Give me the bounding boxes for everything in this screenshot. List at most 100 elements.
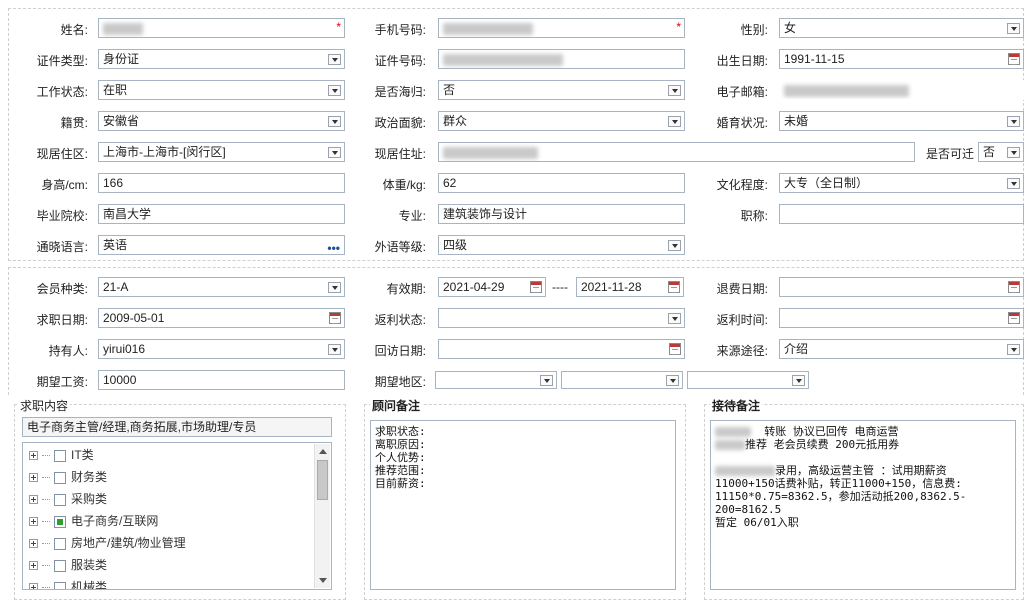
birth-date-field[interactable]: 1991-11-15 [779, 49, 1024, 69]
job-selected-field[interactable]: 电子商务主管/经理,商务拓展,市场助理/专员 [22, 417, 332, 437]
chevron-down-icon[interactable] [1007, 178, 1020, 189]
reception-notes-textarea[interactable]: 转账 协议已回传 电商运营 推荐 老会员续费 200元抵用券 录用，高级运营主管… [710, 420, 1016, 590]
tree-item[interactable]: 房地产/建筑/物业管理 [29, 533, 186, 553]
checkbox[interactable] [54, 581, 66, 589]
relocate-select[interactable]: 否 [978, 142, 1024, 162]
calendar-icon[interactable] [669, 343, 681, 355]
relocate-value: 否 [983, 145, 996, 159]
valid-to-field[interactable]: 2021-11-28 [576, 277, 684, 297]
major-label: 专业: [398, 209, 426, 223]
refund-date-field[interactable] [779, 277, 1024, 297]
language-field[interactable]: 英语 ••• [98, 235, 345, 255]
holder-select[interactable]: yirui016 [98, 339, 345, 359]
chevron-down-icon[interactable] [668, 313, 681, 324]
tree-scrollbar[interactable] [314, 444, 330, 588]
langlevel-select[interactable]: 四级 [438, 235, 685, 255]
gender-select[interactable]: 女 [779, 18, 1024, 38]
expand-icon[interactable] [29, 583, 38, 589]
idtype-select[interactable]: 身份证 [98, 49, 345, 69]
chevron-down-icon[interactable] [668, 116, 681, 127]
education-select[interactable]: 大专（全日制） [779, 173, 1024, 193]
note-line: 11000+150话费补贴，转正11000+150，信息费: [715, 477, 962, 490]
tree-connector [42, 499, 50, 501]
expand-icon[interactable] [29, 473, 38, 483]
note-line: 推荐 老会员续费 200元抵用券 [715, 438, 1011, 451]
advisor-notes-title: 顾问备注 [370, 397, 423, 414]
major-field[interactable]: 建筑装饰与设计 [438, 204, 685, 224]
member-type-select[interactable]: 21-A [98, 277, 345, 297]
weight-field[interactable]: 62 [438, 173, 685, 193]
calendar-icon[interactable] [1008, 312, 1020, 324]
valid-to-value: 2021-11-28 [581, 280, 642, 294]
expand-icon[interactable] [29, 539, 38, 549]
native-select[interactable]: 安徽省 [98, 111, 345, 131]
calendar-icon[interactable] [1008, 281, 1020, 293]
weight-label: 体重/kg: [382, 178, 426, 192]
more-options-icon[interactable]: ••• [327, 239, 340, 254]
member-type-value: 21-A [103, 280, 129, 294]
salary-field[interactable]: 10000 [98, 370, 345, 390]
chevron-down-icon[interactable] [668, 85, 681, 96]
address-field[interactable] [438, 142, 915, 162]
tree-item[interactable]: 机械类 [29, 577, 107, 589]
chevron-down-icon[interactable] [1007, 344, 1020, 355]
marital-select[interactable]: 未婚 [779, 111, 1024, 131]
redacted-name [103, 22, 143, 35]
checkbox[interactable] [54, 537, 66, 550]
tree-item[interactable]: IT类 [29, 445, 94, 465]
expand-icon[interactable] [29, 451, 38, 461]
name-field[interactable]: * [98, 18, 345, 38]
calendar-icon[interactable] [530, 281, 542, 293]
visit-date-field[interactable] [438, 339, 685, 359]
checkbox[interactable] [54, 449, 66, 462]
birth-value: 1991-11-15 [784, 52, 845, 66]
chevron-down-icon[interactable] [1007, 116, 1020, 127]
expand-icon[interactable] [29, 517, 38, 527]
scroll-up-icon[interactable] [319, 449, 327, 454]
checkbox-checked[interactable] [54, 515, 66, 528]
chevron-down-icon[interactable] [668, 240, 681, 251]
chevron-down-icon[interactable] [540, 375, 553, 386]
rebate-status-select[interactable] [438, 308, 685, 328]
tree-item[interactable]: 电子商务/互联网 [29, 511, 158, 531]
chevron-down-icon[interactable] [666, 375, 679, 386]
calendar-icon[interactable] [668, 281, 680, 293]
overseas-select[interactable]: 否 [438, 80, 685, 100]
email-field[interactable] [779, 80, 1024, 100]
area-city-select[interactable] [561, 371, 683, 389]
workstatus-select[interactable]: 在职 [98, 80, 345, 100]
chevron-down-icon[interactable] [1007, 23, 1020, 34]
political-select[interactable]: 群众 [438, 111, 685, 131]
redacted-phone [443, 22, 533, 35]
tree-item[interactable]: 服装类 [29, 555, 107, 575]
jobdate-value: 2009-05-01 [103, 311, 165, 325]
valid-label: 有效期: [386, 282, 426, 296]
height-field[interactable]: 166 [98, 173, 345, 193]
checkbox[interactable] [54, 559, 66, 572]
expand-icon[interactable] [29, 495, 38, 505]
advisor-notes-textarea[interactable]: 求职状态: 离职原因: 个人优势: 推荐范围: 目前薪资: [370, 420, 676, 590]
source-select[interactable]: 介绍 [779, 339, 1024, 359]
title-field[interactable] [779, 204, 1024, 224]
tree-item[interactable]: 财务类 [29, 467, 107, 487]
chevron-down-icon[interactable] [792, 375, 805, 386]
rebate-time-field[interactable] [779, 308, 1024, 328]
checkbox[interactable] [54, 493, 66, 506]
area-district-select[interactable] [687, 371, 809, 389]
area-province-select[interactable] [435, 371, 557, 389]
salary-value: 10000 [103, 373, 137, 387]
calendar-icon[interactable] [1008, 53, 1020, 65]
expand-icon[interactable] [29, 561, 38, 571]
scroll-down-icon[interactable] [319, 578, 327, 583]
tree-item[interactable]: 采购类 [29, 489, 107, 509]
chevron-down-icon[interactable] [1007, 147, 1020, 158]
residence-select[interactable]: 上海市-上海市-[闵行区] [98, 142, 345, 162]
refund-date-label: 退费日期: [716, 282, 768, 296]
jobdate-field[interactable]: 2009-05-01 [98, 308, 345, 328]
checkbox[interactable] [54, 471, 66, 484]
idno-field[interactable] [438, 49, 685, 69]
school-field[interactable]: 南昌大学 [98, 204, 345, 224]
valid-from-field[interactable]: 2021-04-29 [438, 277, 546, 297]
phone-field[interactable]: * [438, 18, 685, 38]
scroll-thumb[interactable] [317, 460, 328, 500]
